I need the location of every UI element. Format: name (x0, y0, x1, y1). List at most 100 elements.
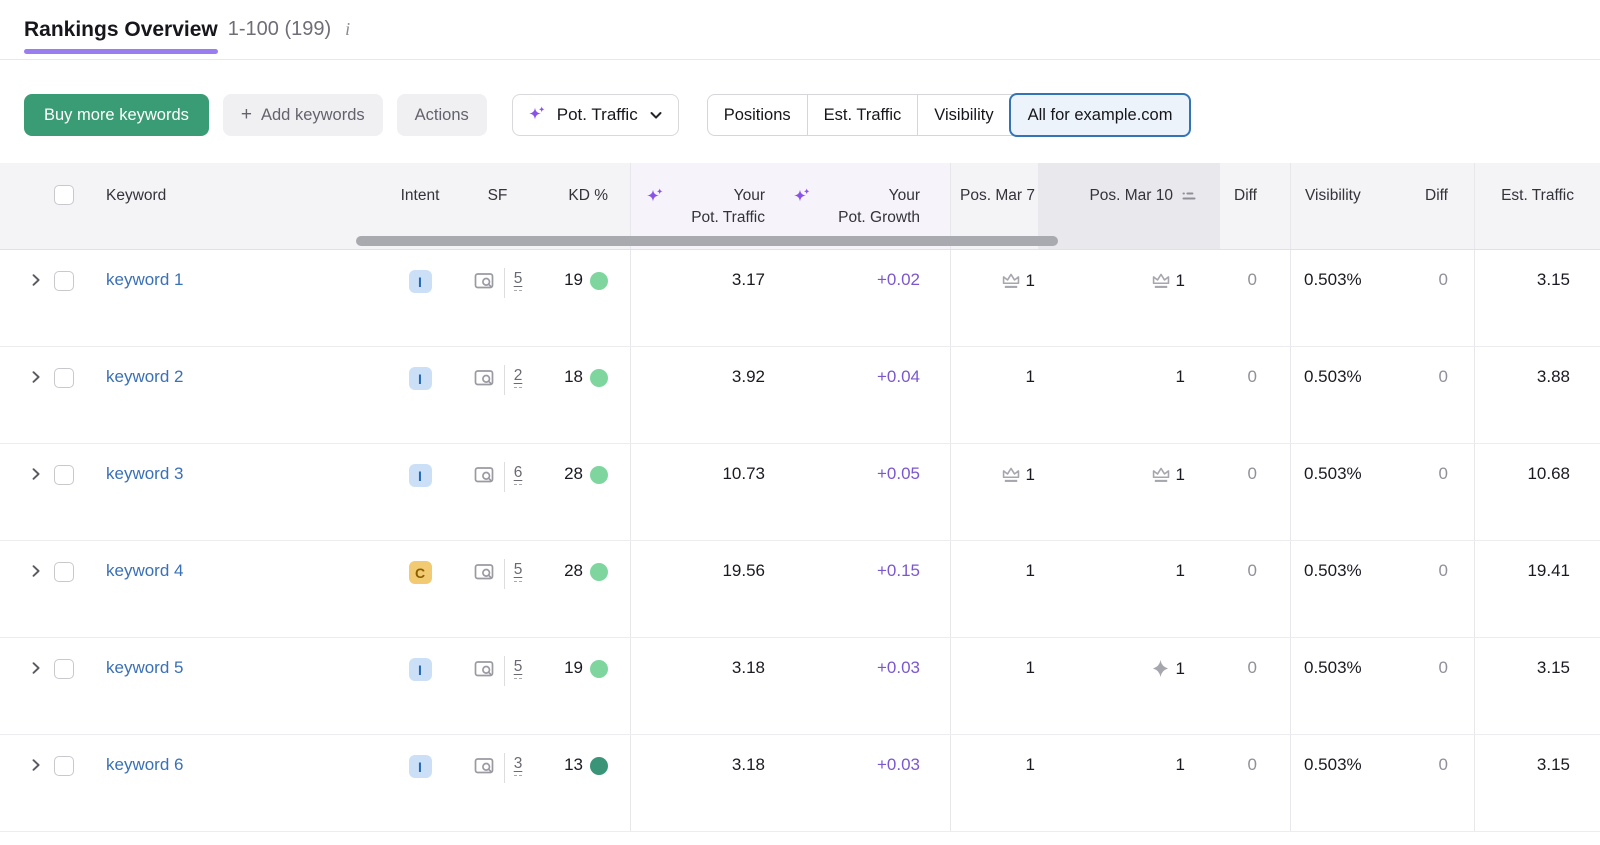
ai-sparkle-icon (647, 188, 663, 202)
visibility-value: 0.503% (1304, 367, 1362, 386)
visibility-diff-value: 0 (1438, 755, 1448, 774)
serp-features-count[interactable]: 6 (513, 464, 523, 485)
header-diff-visibility[interactable]: Diff (1402, 163, 1474, 249)
serp-features-icon (474, 564, 494, 580)
header-pos-mar-10[interactable]: Pos. Mar 10 (1038, 163, 1220, 249)
pot-traffic-value: 10.73 (722, 464, 765, 483)
row-checkbox[interactable] (54, 368, 74, 388)
pot-traffic-value: 3.17 (731, 270, 765, 289)
divider (503, 462, 505, 492)
expand-row-icon[interactable] (28, 563, 44, 584)
pos-mar-7-value: 1 (1025, 367, 1035, 386)
kd-level-dot (590, 369, 608, 387)
pot-traffic-value: 3.18 (731, 755, 765, 774)
expand-row-icon[interactable] (28, 757, 44, 778)
table-row: keyword 1 I 5 19 3.17 +0.02 1 1 0 0.503%… (0, 250, 1600, 347)
kd-level-dot (590, 563, 608, 581)
add-keywords-button[interactable]: + Add keywords (222, 94, 383, 136)
crown-icon (1002, 273, 1020, 288)
visibility-diff-value: 0 (1438, 464, 1448, 483)
kd-value: 13 (564, 755, 583, 774)
positions-diff-value: 0 (1247, 367, 1257, 386)
select-all-checkbox[interactable] (54, 185, 74, 205)
expand-row-icon[interactable] (28, 369, 44, 390)
tab-all-for-example-com[interactable]: All for example.com (1008, 93, 1192, 137)
intent-badge: I (408, 367, 432, 390)
info-icon[interactable]: i (345, 19, 350, 40)
pot-growth-value: +0.15 (876, 561, 920, 580)
serp-features-count[interactable]: 3 (513, 755, 523, 776)
header-est-traffic[interactable]: Est. Traffic (1474, 163, 1600, 249)
intent-badge: I (408, 755, 432, 778)
pos-mar-10-value: 1 (1175, 658, 1185, 678)
keyword-link[interactable]: keyword 3 (106, 464, 183, 483)
est-traffic-value: 19.41 (1527, 561, 1570, 580)
est-traffic-value: 3.15 (1536, 658, 1570, 677)
chevron-down-icon (650, 112, 662, 119)
visibility-value: 0.503% (1304, 561, 1362, 580)
horizontal-scrollbar[interactable] (356, 236, 1058, 246)
keyword-link[interactable]: keyword 2 (106, 367, 183, 386)
visibility-value: 0.503% (1304, 658, 1362, 677)
expand-row-icon[interactable] (28, 660, 44, 681)
expand-row-icon[interactable] (28, 466, 44, 487)
row-checkbox[interactable] (54, 562, 74, 582)
row-checkbox[interactable] (54, 756, 74, 776)
est-traffic-value: 3.88 (1536, 367, 1570, 386)
keyword-link[interactable]: keyword 1 (106, 270, 183, 289)
kd-level-dot (590, 272, 608, 290)
pos-mar-7-value: 1 (1025, 464, 1035, 484)
crown-icon (1152, 273, 1170, 288)
tab-est-traffic[interactable]: Est. Traffic (806, 95, 918, 135)
ai-sparkle-icon (528, 106, 545, 120)
actions-button[interactable]: Actions (396, 94, 487, 136)
header-expand-spacer (0, 163, 54, 249)
kd-level-dot (590, 660, 608, 678)
row-checkbox[interactable] (54, 271, 74, 291)
buy-more-keywords-button[interactable]: Buy more keywords (24, 94, 209, 136)
header-diff-positions[interactable]: Diff (1220, 163, 1290, 249)
row-checkbox[interactable] (54, 659, 74, 679)
metric-selector-dropdown[interactable]: Pot. Traffic (511, 94, 679, 136)
est-traffic-value: 3.15 (1536, 270, 1570, 289)
serp-features-count[interactable]: 5 (513, 270, 523, 291)
intent-badge: I (408, 464, 432, 487)
divider (503, 753, 505, 783)
serp-features-count[interactable]: 2 (513, 367, 523, 388)
keyword-link[interactable]: keyword 6 (106, 755, 183, 774)
pos-mar-10-value: 1 (1175, 367, 1185, 386)
serp-features-count[interactable]: 5 (513, 561, 523, 582)
rankings-overview-panel: Rankings Overview 1-100 (199) i Buy more… (0, 0, 1600, 845)
serp-features-icon (474, 467, 494, 483)
ai-overview-icon (1152, 660, 1168, 677)
page-title: Rankings Overview (24, 17, 218, 54)
row-checkbox[interactable] (54, 465, 74, 485)
pot-growth-value: +0.05 (876, 464, 920, 483)
visibility-diff-value: 0 (1438, 367, 1448, 386)
serp-features-count[interactable]: 5 (513, 658, 523, 679)
est-traffic-value: 10.68 (1527, 464, 1570, 483)
visibility-value: 0.503% (1304, 755, 1362, 774)
expand-row-icon[interactable] (28, 272, 44, 293)
table-row: keyword 2 I 2 18 3.92 +0.04 1 1 0 0.503%… (0, 347, 1600, 444)
table-row: keyword 4 C 5 28 19.56 +0.15 1 1 0 0.503… (0, 541, 1600, 638)
tab-visibility[interactable]: Visibility (917, 95, 1009, 135)
visibility-value: 0.503% (1304, 270, 1362, 289)
positions-diff-value: 0 (1247, 270, 1257, 289)
pot-growth-value: +0.04 (876, 367, 920, 386)
kd-level-dot (590, 466, 608, 484)
est-traffic-value: 3.15 (1536, 755, 1570, 774)
kd-level-dot (590, 757, 608, 775)
header-keyword[interactable]: Keyword (90, 163, 390, 249)
keyword-link[interactable]: keyword 4 (106, 561, 183, 580)
crown-icon (1002, 467, 1020, 482)
rankings-table: Keyword Intent SF KD % Your Pot. Traffic… (0, 163, 1600, 832)
metric-selector-label: Pot. Traffic (556, 105, 638, 124)
header-visibility[interactable]: Visibility (1290, 163, 1402, 249)
visibility-diff-value: 0 (1438, 658, 1448, 677)
divider (503, 656, 505, 686)
crown-icon (1152, 467, 1170, 482)
tab-positions[interactable]: Positions (708, 95, 807, 135)
keyword-link[interactable]: keyword 5 (106, 658, 183, 677)
table-row: keyword 5 I 5 19 3.18 +0.03 1 1 0 0.503%… (0, 638, 1600, 735)
